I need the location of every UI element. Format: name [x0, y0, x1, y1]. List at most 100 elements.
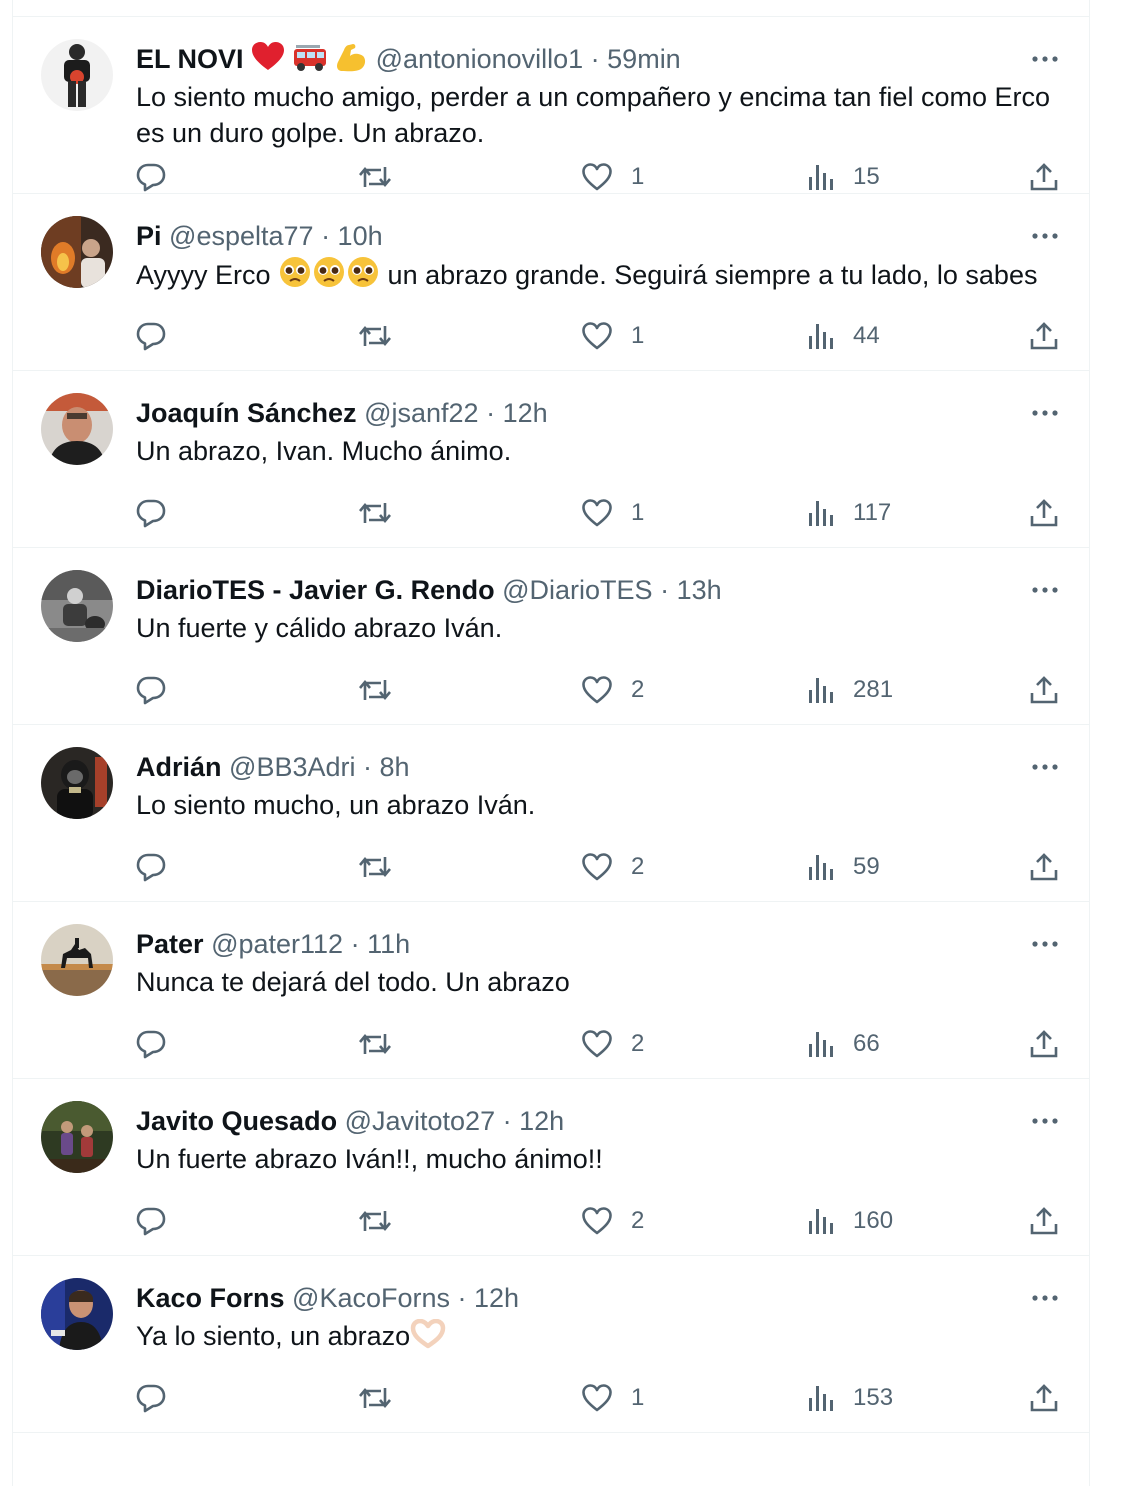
user-handle[interactable]: @DiarioTES: [502, 575, 652, 605]
timestamp[interactable]: · 12h: [503, 1106, 565, 1136]
avatar[interactable]: [41, 924, 113, 996]
timestamp[interactable]: · 10h: [321, 221, 383, 251]
like-button[interactable]: 2: [581, 670, 644, 710]
like-button[interactable]: 1: [581, 157, 644, 197]
share-button[interactable]: [1028, 1024, 1060, 1064]
user-handle[interactable]: @Javitoto27: [345, 1106, 496, 1136]
reply-header: Joaquín Sánchez @jsanf22 · 12h: [136, 393, 548, 433]
more-options-icon[interactable]: [1029, 1286, 1061, 1310]
more-options-icon[interactable]: [1029, 755, 1061, 779]
timestamp[interactable]: · 13h: [660, 575, 722, 605]
views-button[interactable]: 153: [807, 1378, 893, 1418]
repost-button[interactable]: [357, 1378, 393, 1418]
more-options-icon[interactable]: [1029, 47, 1061, 71]
views-button[interactable]: 59: [807, 847, 880, 887]
timestamp[interactable]: · 59min: [591, 44, 681, 74]
share-button[interactable]: [1028, 493, 1060, 533]
display-name[interactable]: Javito Quesado: [136, 1106, 337, 1136]
repost-button[interactable]: [357, 316, 393, 356]
reply-button[interactable]: [135, 1024, 167, 1064]
user-handle[interactable]: @KacoForns: [292, 1283, 450, 1313]
views-button[interactable]: 281: [807, 670, 893, 710]
share-icon: [1030, 676, 1058, 704]
timestamp[interactable]: · 11h: [351, 929, 411, 959]
avatar[interactable]: [41, 393, 113, 465]
timestamp[interactable]: · 12h: [458, 1283, 520, 1313]
display-name[interactable]: Kaco Forns: [136, 1283, 285, 1313]
user-handle[interactable]: @antonionovillo1: [376, 44, 584, 74]
more-options-icon[interactable]: [1029, 224, 1061, 248]
reply-item[interactable]: Adrián @BB3Adri · 8h Lo siento mucho, un…: [13, 725, 1089, 902]
comment-icon: [136, 1030, 166, 1059]
repost-icon: [359, 1210, 391, 1232]
repost-button[interactable]: [357, 847, 393, 887]
avatar[interactable]: [41, 216, 113, 288]
reply-button[interactable]: [135, 847, 167, 887]
avatar[interactable]: [41, 1101, 113, 1173]
like-button[interactable]: 2: [581, 847, 644, 887]
reply-text: Ayyyy Erco un abrazo grande. Seguirá sie…: [136, 256, 1066, 293]
reply-text: Un fuerte abrazo Iván!!, mucho ánimo!!: [136, 1144, 603, 1174]
share-button[interactable]: [1028, 157, 1060, 197]
avatar[interactable]: [41, 570, 113, 642]
reply-item[interactable]: Joaquín Sánchez @jsanf22 · 12h Un abrazo…: [13, 371, 1089, 548]
display-name[interactable]: Pater: [136, 929, 204, 959]
like-button[interactable]: 1: [581, 316, 644, 356]
avatar[interactable]: [41, 1278, 113, 1350]
reply-header: DiarioTES - Javier G. Rendo @DiarioTES ·…: [136, 570, 722, 610]
reply-button[interactable]: [135, 1378, 167, 1418]
reply-button[interactable]: [135, 157, 167, 197]
share-button[interactable]: [1028, 1378, 1060, 1418]
repost-button[interactable]: [357, 157, 393, 197]
share-button[interactable]: [1028, 847, 1060, 887]
user-handle[interactable]: @espelta77: [169, 221, 314, 251]
timestamp[interactable]: · 12h: [486, 398, 548, 428]
display-name[interactable]: Joaquín Sánchez: [136, 398, 357, 428]
like-button[interactable]: 2: [581, 1024, 644, 1064]
reply-button[interactable]: [135, 493, 167, 533]
reply-item[interactable]: Pi @espelta77 · 10h Ayyyy Erco un abrazo…: [13, 194, 1089, 371]
reply-item[interactable]: Javito Quesado @Javitoto27 · 12h Un fuer…: [13, 1079, 1089, 1256]
reply-item[interactable]: EL NOVI @antonionovillo1 · 59min Lo sien…: [13, 17, 1089, 194]
avatar[interactable]: [41, 747, 113, 819]
more-options-icon[interactable]: [1029, 401, 1061, 425]
action-bar: 2 281: [135, 670, 1075, 710]
like-button[interactable]: 1: [581, 1378, 644, 1418]
user-handle[interactable]: @jsanf22: [364, 398, 478, 428]
display-name[interactable]: DiarioTES - Javier G. Rendo: [136, 575, 495, 605]
display-name[interactable]: Pi: [136, 221, 162, 251]
user-handle[interactable]: @BB3Adri: [229, 752, 355, 782]
share-button[interactable]: [1028, 316, 1060, 356]
like-button[interactable]: 2: [581, 1201, 644, 1241]
display-name[interactable]: Adrián: [136, 752, 222, 782]
repost-button[interactable]: [357, 1201, 393, 1241]
share-button[interactable]: [1028, 1201, 1060, 1241]
reply-item[interactable]: DiarioTES - Javier G. Rendo @DiarioTES ·…: [13, 548, 1089, 725]
views-button[interactable]: 117: [807, 493, 891, 533]
analytics-icon: [809, 501, 833, 526]
reply-item[interactable]: Pater @pater112 · 11h Nunca te dejará de…: [13, 902, 1089, 1079]
flexed-biceps-icon: [337, 44, 366, 72]
more-options-icon[interactable]: [1029, 1109, 1061, 1133]
views-button[interactable]: 15: [807, 157, 880, 197]
repost-button[interactable]: [357, 1024, 393, 1064]
share-button[interactable]: [1028, 670, 1060, 710]
like-count: 2: [631, 853, 645, 880]
repost-button[interactable]: [357, 493, 393, 533]
user-handle[interactable]: @pater112: [211, 929, 343, 959]
avatar[interactable]: [41, 39, 113, 111]
reply-item[interactable]: Kaco Forns @KacoForns · 12h Ya lo siento…: [13, 1256, 1089, 1433]
view-count: 281: [853, 676, 894, 703]
views-button[interactable]: 160: [807, 1201, 893, 1241]
repost-button[interactable]: [357, 670, 393, 710]
reply-button[interactable]: [135, 316, 167, 356]
timestamp[interactable]: · 8h: [363, 752, 410, 782]
like-button[interactable]: 1: [581, 493, 644, 533]
reply-button[interactable]: [135, 670, 167, 710]
views-button[interactable]: 44: [807, 316, 880, 356]
views-button[interactable]: 66: [807, 1024, 880, 1064]
more-options-icon[interactable]: [1029, 578, 1061, 602]
reply-button[interactable]: [135, 1201, 167, 1241]
display-name[interactable]: EL NOVI: [136, 44, 244, 74]
more-options-icon[interactable]: [1029, 932, 1061, 956]
